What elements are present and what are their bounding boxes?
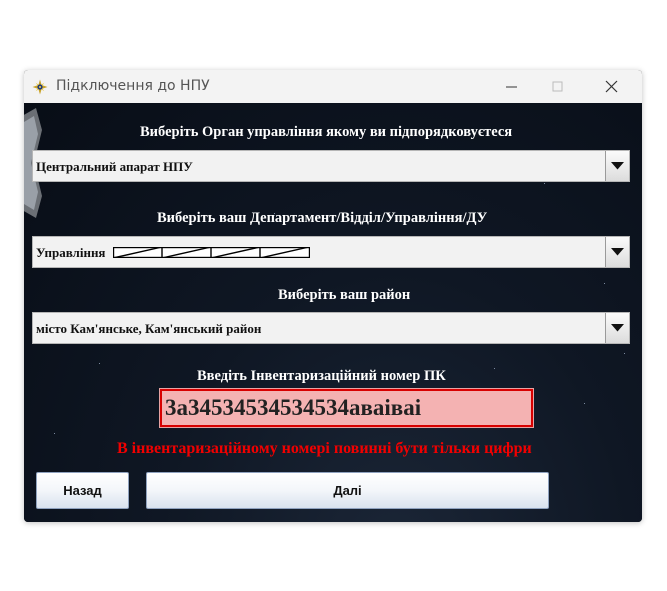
- form-panel: Виберіть Орган управління якому ви підпо…: [24, 103, 642, 522]
- redacted-text-icon: [113, 247, 310, 258]
- district-dropdown-button[interactable]: [605, 313, 629, 343]
- minimize-button[interactable]: [490, 70, 536, 103]
- department-dropdown-button[interactable]: [605, 237, 629, 267]
- department-label: Виберіть ваш Департамент/Відділ/Управлін…: [157, 210, 488, 226]
- inventory-label: Введіть Інвентаризаційний номер ПК: [197, 368, 446, 384]
- inventory-number-value: 3а34534534534534аваіваі: [165, 395, 422, 420]
- organ-label: Виберіть Орган управління якому ви підпо…: [140, 124, 513, 140]
- district-label: Виберіть ваш район: [278, 287, 411, 303]
- validation-error-message: В інвентаризаційному номері повинні бути…: [117, 440, 532, 457]
- police-emblem-icon: [32, 79, 48, 95]
- inventory-number-input[interactable]: 3а34534534534534аваіваі: [159, 388, 534, 428]
- maximize-button[interactable]: [536, 70, 582, 103]
- minimize-icon: [506, 86, 517, 88]
- organ-select[interactable]: Центральний апарат НПУ: [32, 150, 630, 182]
- chevron-down-icon: [611, 324, 624, 332]
- district-selected-value: місто Кам'янське, Кам'янський район: [36, 321, 262, 336]
- next-button[interactable]: Далі: [146, 472, 549, 509]
- title-bar[interactable]: Підключення до НПУ: [24, 70, 642, 103]
- app-window: Підключення до НПУ Виберіть Орган управл…: [24, 70, 642, 522]
- organ-selected-value: Центральний апарат НПУ: [36, 159, 193, 174]
- back-button[interactable]: Назад: [36, 472, 129, 509]
- chevron-down-icon: [611, 162, 624, 170]
- department-select[interactable]: Управління: [32, 236, 630, 268]
- close-icon: [605, 80, 618, 93]
- maximize-icon: [552, 81, 563, 92]
- organ-dropdown-button[interactable]: [605, 151, 629, 181]
- district-select[interactable]: місто Кам'янське, Кам'янський район: [32, 312, 630, 344]
- close-button[interactable]: [590, 70, 636, 103]
- department-selected-value: Управління: [36, 245, 106, 260]
- chevron-down-icon: [611, 248, 624, 256]
- window-title: Підключення до НПУ: [56, 78, 210, 94]
